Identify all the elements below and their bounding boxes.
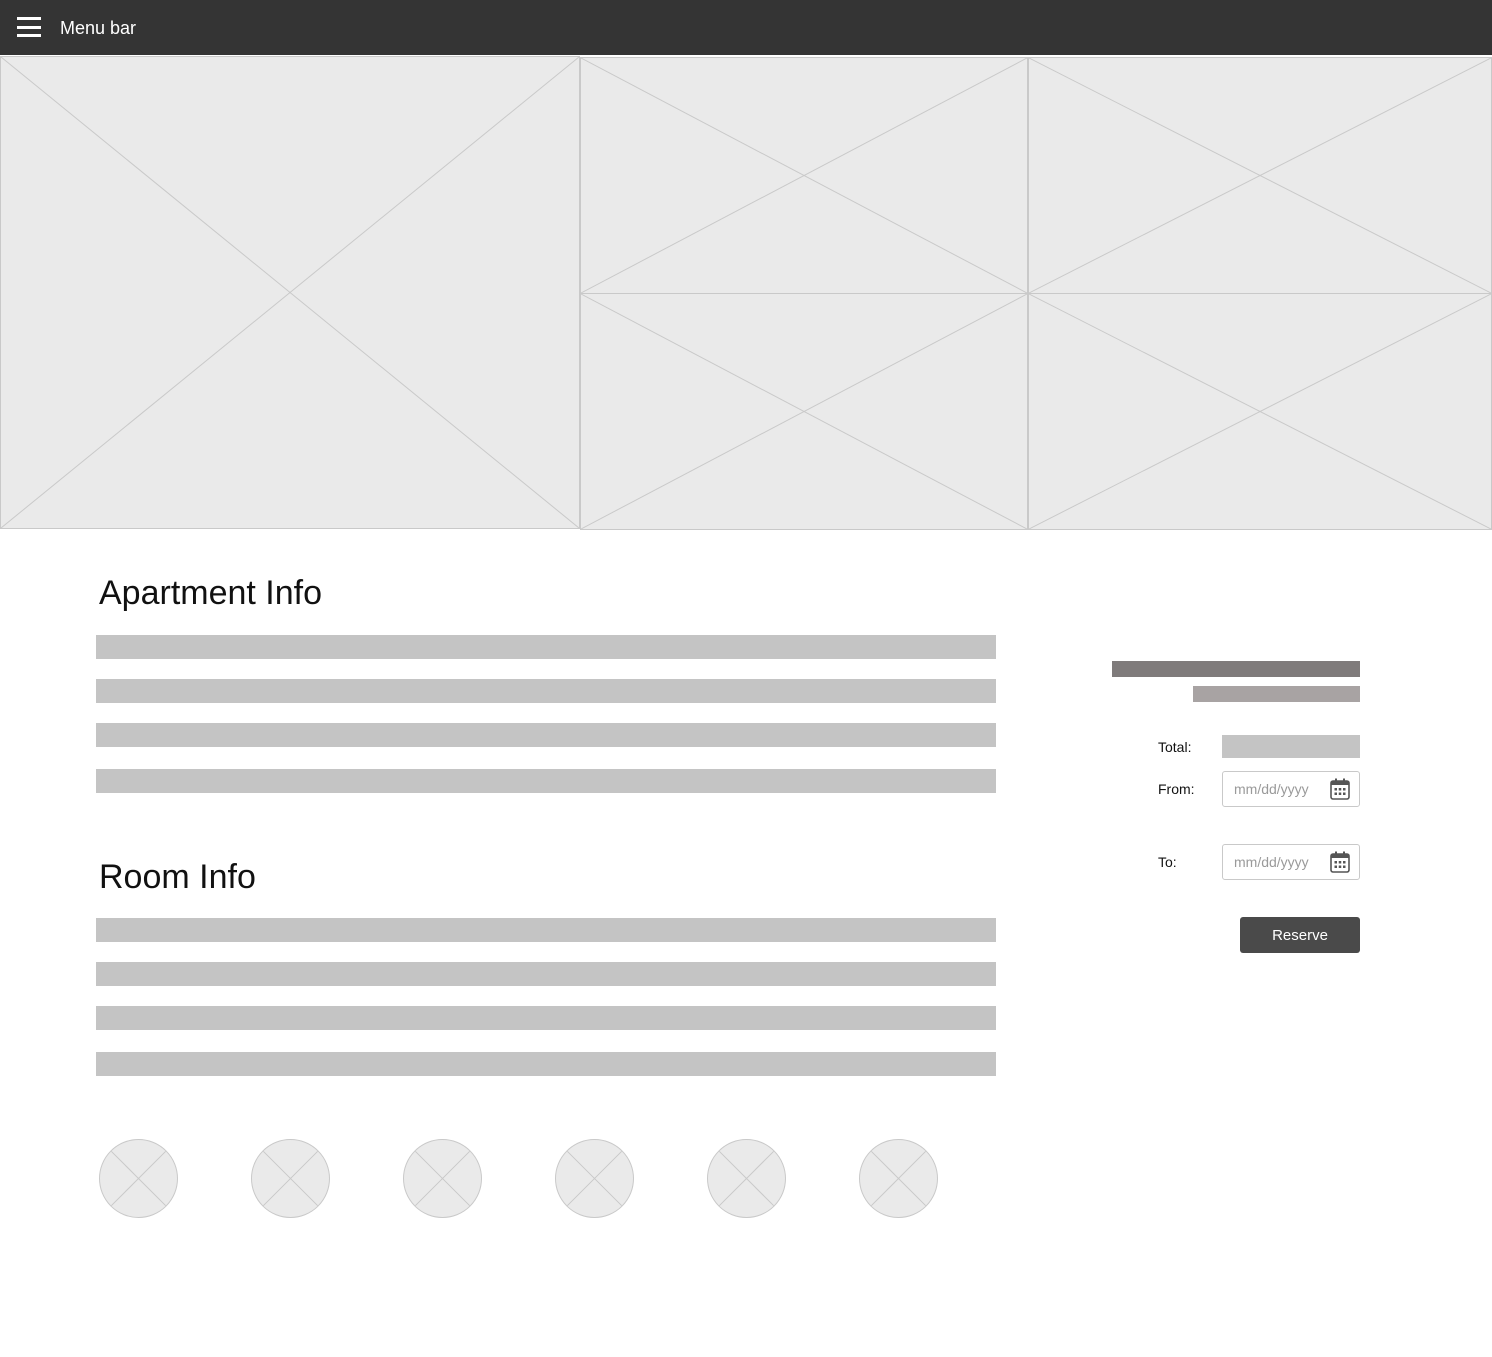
gallery-image-main[interactable] [0, 56, 580, 529]
apartment-text-line [96, 769, 996, 793]
amenity-icon-placeholder [707, 1139, 786, 1218]
room-text-line [96, 1006, 996, 1030]
total-label: Total: [1158, 739, 1192, 755]
calendar-icon[interactable] [1330, 851, 1350, 873]
gallery-image-top-middle[interactable] [580, 57, 1028, 294]
image-placeholder-icon [566, 1150, 623, 1207]
hamburger-menu-icon[interactable] [17, 17, 41, 37]
apartment-text-line [96, 679, 996, 703]
image-placeholder-icon [1029, 294, 1491, 529]
gallery-image-bottom-middle[interactable] [580, 293, 1028, 530]
calendar-icon[interactable] [1330, 778, 1350, 800]
apartment-info-heading: Apartment Info [99, 574, 323, 612]
image-placeholder-icon [110, 1150, 167, 1207]
page: Menu bar Apartment Info Room Info Total:… [0, 0, 1492, 1357]
reserve-button[interactable]: Reserve [1240, 917, 1360, 953]
apartment-text-line [96, 723, 996, 747]
room-text-line [96, 918, 996, 942]
room-text-line [96, 962, 996, 986]
image-placeholder-icon [581, 294, 1027, 529]
amenity-icon-placeholder [99, 1139, 178, 1218]
image-placeholder-icon [1, 57, 579, 528]
room-text-line [96, 1052, 996, 1076]
room-info-heading: Room Info [99, 858, 256, 896]
menu-bar-title: Menu bar [60, 18, 137, 38]
image-placeholder-icon [581, 58, 1027, 293]
image-placeholder-icon [262, 1150, 319, 1207]
price-subtext-placeholder [1193, 686, 1360, 702]
image-placeholder-icon [870, 1150, 927, 1207]
amenity-icon-placeholder [403, 1139, 482, 1218]
amenity-icon-placeholder [859, 1139, 938, 1218]
to-label: To: [1158, 854, 1177, 870]
image-placeholder-icon [414, 1150, 471, 1207]
price-placeholder [1112, 661, 1360, 677]
image-placeholder-icon [1029, 58, 1491, 293]
from-label: From: [1158, 781, 1195, 797]
menu-bar: Menu bar [0, 0, 1492, 55]
image-placeholder-icon [718, 1150, 775, 1207]
gallery-image-bottom-right[interactable] [1028, 293, 1492, 530]
amenity-icon-placeholder [555, 1139, 634, 1218]
total-value [1222, 735, 1360, 758]
gallery-image-top-right[interactable] [1028, 57, 1492, 294]
amenity-icon-placeholder [251, 1139, 330, 1218]
apartment-text-line [96, 635, 996, 659]
